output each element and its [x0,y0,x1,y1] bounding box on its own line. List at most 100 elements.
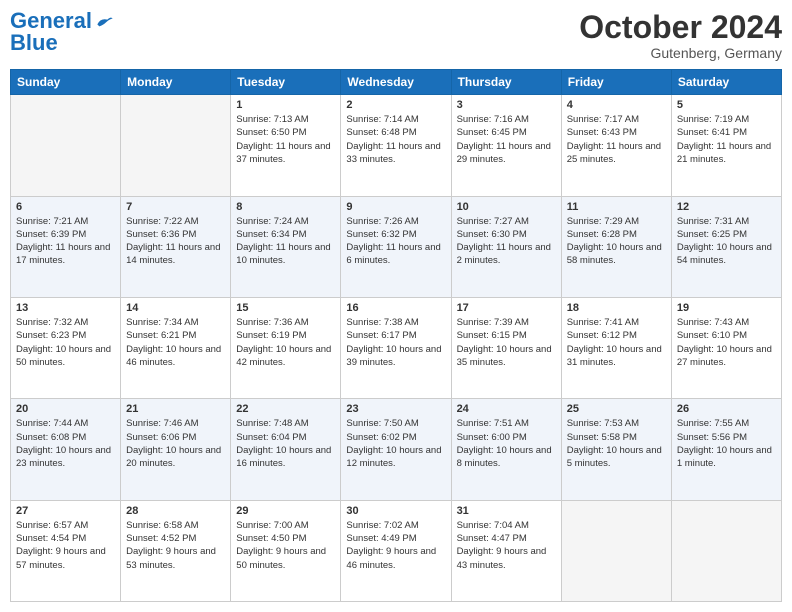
col-wednesday: Wednesday [341,70,451,95]
week-row-2: 13 Sunrise: 7:32 AM Sunset: 6:23 PM Dayli… [11,297,782,398]
calendar-cell-w2-d1: 14 Sunrise: 7:34 AM Sunset: 6:21 PM Dayli… [121,297,231,398]
week-row-0: 1Sunrise: 7:13 AM Sunset: 6:50 PM Daylig… [11,95,782,196]
day-number-w3-d6: 26 [677,403,776,415]
header: General Blue October 2024 Gutenberg, Ger… [10,10,782,61]
week-row-3: 20 Sunrise: 7:44 AM Sunset: 6:08 PM Dayli… [11,399,782,500]
day-number-w4-d2: 29 [236,505,335,517]
day-number-w0-d5: 4 [567,99,666,111]
day-number-w0-d3: 2 [346,99,445,111]
day-number-w1-d2: 8 [236,201,335,213]
col-saturday: Saturday [671,70,781,95]
day-number-w3-d3: 23 [346,403,445,415]
day-number-w0-d4: 3 [457,99,556,111]
day-info-w3-d3: Sunrise: 7:50 AM Sunset: 6:02 PM Dayligh… [346,417,445,470]
day-info-w1-d2: Sunrise: 7:24 AM Sunset: 6:34 PM Dayligh… [236,215,335,268]
calendar-cell-w0-d0 [11,95,121,196]
day-info-w1-d1: Sunrise: 7:22 AM Sunset: 6:36 PM Dayligh… [126,215,225,268]
day-number-w1-d5: 11 [567,201,666,213]
day-info-w3-d4: Sunrise: 7:51 AM Sunset: 6:00 PM Dayligh… [457,417,556,470]
calendar-cell-w1-d3: 9 Sunrise: 7:26 AM Sunset: 6:32 PM Daylig… [341,196,451,297]
day-info-w2-d2: Sunrise: 7:36 AM Sunset: 6:19 PM Dayligh… [236,316,335,369]
day-info-w1-d0: Sunrise: 7:21 AM Sunset: 6:39 PM Dayligh… [16,215,115,268]
calendar-cell-w4-d0: 27Sunrise: 6:57 AM Sunset: 4:54 PM Dayli… [11,500,121,601]
day-number-w3-d4: 24 [457,403,556,415]
day-info-w4-d1: Sunrise: 6:58 AM Sunset: 4:52 PM Dayligh… [126,519,225,572]
day-number-w2-d3: 16 [346,302,445,314]
day-number-w4-d4: 31 [457,505,556,517]
calendar-cell-w3-d0: 20 Sunrise: 7:44 AM Sunset: 6:08 PM Dayli… [11,399,121,500]
day-info-w0-d3: Sunrise: 7:14 AM Sunset: 6:48 PM Dayligh… [346,113,445,166]
calendar-cell-w4-d6 [671,500,781,601]
day-info-w4-d0: Sunrise: 6:57 AM Sunset: 4:54 PM Dayligh… [16,519,115,572]
calendar-cell-w2-d3: 16 Sunrise: 7:38 AM Sunset: 6:17 PM Dayli… [341,297,451,398]
day-info-w2-d6: Sunrise: 7:43 AM Sunset: 6:10 PM Dayligh… [677,316,776,369]
calendar-table: Sunday Monday Tuesday Wednesday Thursday… [10,69,782,602]
day-number-w0-d6: 5 [677,99,776,111]
location-subtitle: Gutenberg, Germany [579,45,782,61]
day-number-w1-d1: 7 [126,201,225,213]
day-info-w3-d0: Sunrise: 7:44 AM Sunset: 6:08 PM Dayligh… [16,417,115,470]
calendar-cell-w1-d0: 6 Sunrise: 7:21 AM Sunset: 6:39 PM Daylig… [11,196,121,297]
col-monday: Monday [121,70,231,95]
calendar-cell-w4-d1: 28Sunrise: 6:58 AM Sunset: 4:52 PM Dayli… [121,500,231,601]
col-sunday: Sunday [11,70,121,95]
col-tuesday: Tuesday [231,70,341,95]
calendar-cell-w0-d2: 1Sunrise: 7:13 AM Sunset: 6:50 PM Daylig… [231,95,341,196]
day-number-w2-d5: 18 [567,302,666,314]
day-info-w2-d0: Sunrise: 7:32 AM Sunset: 6:23 PM Dayligh… [16,316,115,369]
calendar-cell-w1-d4: 10 Sunrise: 7:27 AM Sunset: 6:30 PM Dayli… [451,196,561,297]
day-number-w2-d2: 15 [236,302,335,314]
calendar-cell-w0-d4: 3Sunrise: 7:16 AM Sunset: 6:45 PM Daylig… [451,95,561,196]
calendar-cell-w4-d3: 30Sunrise: 7:02 AM Sunset: 4:49 PM Dayli… [341,500,451,601]
day-info-w0-d5: Sunrise: 7:17 AM Sunset: 6:43 PM Dayligh… [567,113,666,166]
day-info-w0-d6: Sunrise: 7:19 AM Sunset: 6:41 PM Dayligh… [677,113,776,166]
day-number-w2-d1: 14 [126,302,225,314]
calendar-cell-w3-d6: 26Sunrise: 7:55 AM Sunset: 5:56 PM Dayli… [671,399,781,500]
calendar-cell-w2-d2: 15 Sunrise: 7:36 AM Sunset: 6:19 PM Dayli… [231,297,341,398]
day-info-w3-d2: Sunrise: 7:48 AM Sunset: 6:04 PM Dayligh… [236,417,335,470]
calendar-cell-w2-d6: 19Sunrise: 7:43 AM Sunset: 6:10 PM Dayli… [671,297,781,398]
day-info-w2-d5: Sunrise: 7:41 AM Sunset: 6:12 PM Dayligh… [567,316,666,369]
day-number-w3-d2: 22 [236,403,335,415]
day-number-w4-d3: 30 [346,505,445,517]
calendar-cell-w0-d5: 4 Sunrise: 7:17 AM Sunset: 6:43 PM Daylig… [561,95,671,196]
col-thursday: Thursday [451,70,561,95]
day-number-w3-d0: 20 [16,403,115,415]
day-number-w1-d3: 9 [346,201,445,213]
day-number-w2-d4: 17 [457,302,556,314]
day-number-w3-d5: 25 [567,403,666,415]
day-info-w4-d2: Sunrise: 7:00 AM Sunset: 4:50 PM Dayligh… [236,519,335,572]
calendar-cell-w4-d2: 29 Sunrise: 7:00 AM Sunset: 4:50 PM Dayli… [231,500,341,601]
calendar-cell-w3-d5: 25 Sunrise: 7:53 AM Sunset: 5:58 PM Dayli… [561,399,671,500]
day-info-w4-d4: Sunrise: 7:04 AM Sunset: 4:47 PM Dayligh… [457,519,556,572]
day-info-w1-d4: Sunrise: 7:27 AM Sunset: 6:30 PM Dayligh… [457,215,556,268]
day-number-w1-d0: 6 [16,201,115,213]
day-info-w3-d5: Sunrise: 7:53 AM Sunset: 5:58 PM Dayligh… [567,417,666,470]
logo-general: General [10,10,92,32]
col-friday: Friday [561,70,671,95]
logo: General Blue [10,10,114,54]
calendar-cell-w2-d4: 17Sunrise: 7:39 AM Sunset: 6:15 PM Dayli… [451,297,561,398]
day-info-w1-d3: Sunrise: 7:26 AM Sunset: 6:32 PM Dayligh… [346,215,445,268]
day-info-w2-d1: Sunrise: 7:34 AM Sunset: 6:21 PM Dayligh… [126,316,225,369]
day-info-w1-d5: Sunrise: 7:29 AM Sunset: 6:28 PM Dayligh… [567,215,666,268]
page: General Blue October 2024 Gutenberg, Ger… [0,0,792,612]
calendar-cell-w0-d3: 2 Sunrise: 7:14 AM Sunset: 6:48 PM Daylig… [341,95,451,196]
day-info-w1-d6: Sunrise: 7:31 AM Sunset: 6:25 PM Dayligh… [677,215,776,268]
day-info-w2-d3: Sunrise: 7:38 AM Sunset: 6:17 PM Dayligh… [346,316,445,369]
day-number-w2-d0: 13 [16,302,115,314]
calendar-cell-w3-d1: 21Sunrise: 7:46 AM Sunset: 6:06 PM Dayli… [121,399,231,500]
calendar-cell-w2-d0: 13 Sunrise: 7:32 AM Sunset: 6:23 PM Dayli… [11,297,121,398]
calendar-cell-w1-d5: 11 Sunrise: 7:29 AM Sunset: 6:28 PM Dayli… [561,196,671,297]
logo-bird-icon [94,11,114,31]
calendar-cell-w3-d3: 23 Sunrise: 7:50 AM Sunset: 6:02 PM Dayli… [341,399,451,500]
month-title: October 2024 [579,10,782,45]
calendar-cell-w1-d1: 7 Sunrise: 7:22 AM Sunset: 6:36 PM Daylig… [121,196,231,297]
day-number-w1-d4: 10 [457,201,556,213]
calendar-cell-w0-d1 [121,95,231,196]
calendar-cell-w1-d6: 12 Sunrise: 7:31 AM Sunset: 6:25 PM Dayli… [671,196,781,297]
day-info-w0-d2: Sunrise: 7:13 AM Sunset: 6:50 PM Dayligh… [236,113,335,166]
day-number-w1-d6: 12 [677,201,776,213]
calendar-header-row: Sunday Monday Tuesday Wednesday Thursday… [11,70,782,95]
calendar-cell-w0-d6: 5 Sunrise: 7:19 AM Sunset: 6:41 PM Daylig… [671,95,781,196]
